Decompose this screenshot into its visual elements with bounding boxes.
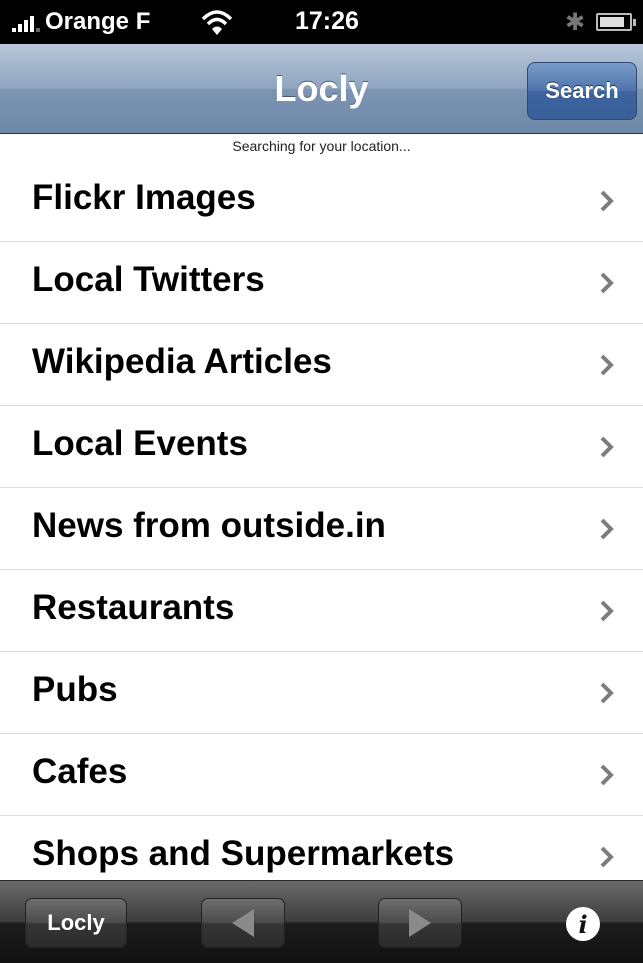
signal-strength-icon	[12, 12, 40, 32]
list-item-label: Restaurants	[32, 588, 235, 627]
list-item-label: Local Twitters	[32, 260, 265, 299]
chevron-right-icon	[600, 518, 614, 540]
status-bar: Orange F 17:26 ✱	[0, 0, 643, 44]
navigation-bar: Locly Search	[0, 44, 643, 134]
list-item-news-outside-in[interactable]: News from outside.in	[0, 488, 643, 570]
list-item-label: Cafes	[32, 752, 128, 791]
battery-level	[600, 17, 624, 27]
list-item-label: Shops and Supermarkets	[32, 834, 455, 873]
list-item-label: Wikipedia Articles	[32, 342, 332, 381]
list-item-label: Local Events	[32, 424, 248, 463]
wifi-icon	[201, 10, 233, 35]
list-item-label: News from outside.in	[32, 506, 386, 545]
chevron-right-icon	[600, 764, 614, 786]
back-button[interactable]	[201, 898, 285, 948]
bluetooth-icon: ✱	[565, 9, 586, 36]
list-item-pubs[interactable]: Pubs	[0, 652, 643, 734]
chevron-right-icon	[600, 272, 614, 294]
info-icon[interactable]: i	[566, 907, 600, 941]
left-arrow-icon	[232, 909, 254, 937]
chevron-right-icon	[600, 846, 614, 868]
location-status-text: Searching for your location...	[232, 138, 411, 154]
chevron-right-icon	[600, 354, 614, 376]
list-item-local-twitters[interactable]: Local Twitters	[0, 242, 643, 324]
chevron-right-icon	[600, 436, 614, 458]
battery-icon	[596, 13, 636, 31]
right-arrow-icon	[409, 909, 431, 937]
list-item-label: Flickr Images	[32, 178, 256, 217]
forward-button[interactable]	[378, 898, 462, 948]
category-list: Flickr Images Local Twitters Wikipedia A…	[0, 160, 643, 898]
search-button[interactable]: Search	[527, 62, 637, 120]
list-item-cafes[interactable]: Cafes	[0, 734, 643, 816]
list-item-wikipedia-articles[interactable]: Wikipedia Articles	[0, 324, 643, 406]
status-time: 17:26	[295, 7, 359, 35]
carrier-name: Orange F	[45, 8, 151, 35]
list-item-flickr-images[interactable]: Flickr Images	[0, 160, 643, 242]
list-item-label: Pubs	[32, 670, 118, 709]
bottom-toolbar: Locly i	[0, 880, 643, 963]
phone-screen: Orange F 17:26 ✱ Locly Search Searching …	[0, 0, 643, 963]
chevron-right-icon	[600, 190, 614, 212]
locly-home-button[interactable]: Locly	[25, 898, 127, 948]
list-item-local-events[interactable]: Local Events	[0, 406, 643, 488]
chevron-right-icon	[600, 600, 614, 622]
chevron-right-icon	[600, 682, 614, 704]
list-item-restaurants[interactable]: Restaurants	[0, 570, 643, 652]
